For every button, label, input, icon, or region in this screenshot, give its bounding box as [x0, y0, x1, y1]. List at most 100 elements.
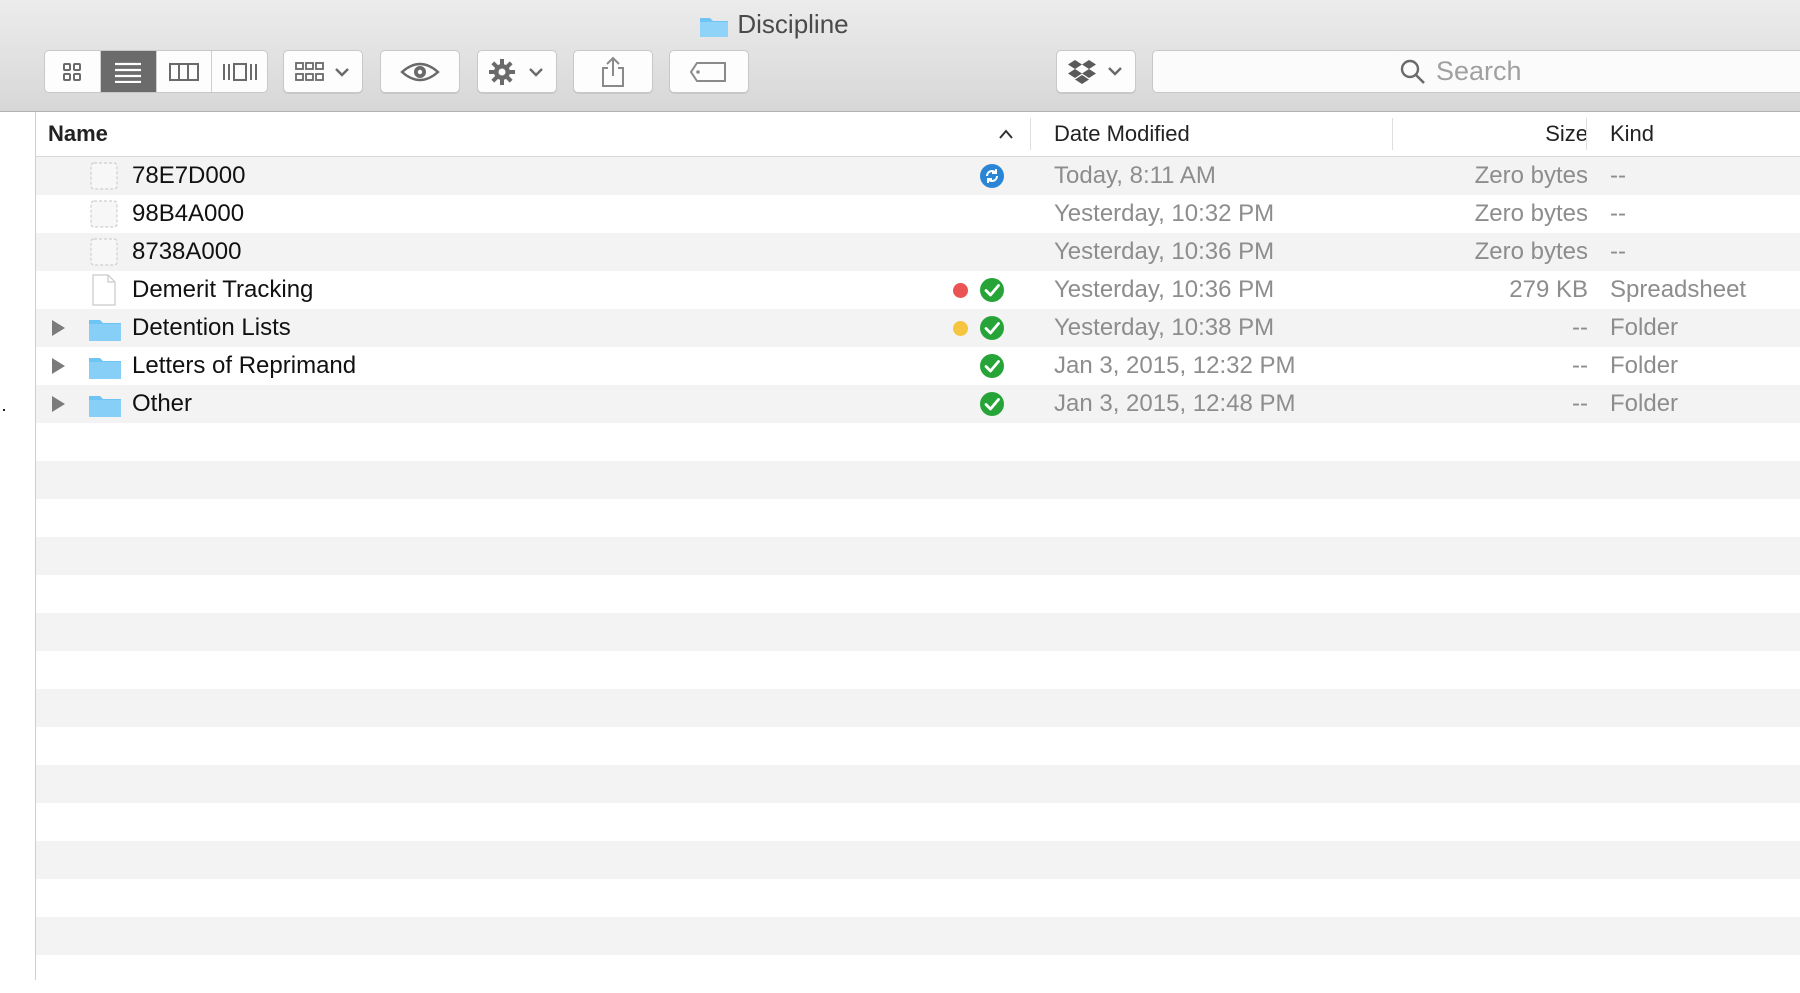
file-name[interactable]: 8738A000 — [132, 233, 241, 271]
file-date-modified: Jan 3, 2015, 12:32 PM — [1054, 352, 1296, 379]
empty-row — [36, 955, 1800, 993]
folder-icon — [699, 14, 729, 44]
file-row[interactable]: Demerit Tracking Yesterday, 10:36 PM 279 K… — [36, 271, 1800, 309]
file-row[interactable]: 98B4A000 Yesterday, 10:32 PM Zero bytes -- — [36, 195, 1800, 233]
arrange-icon — [295, 61, 349, 81]
column-date-header[interactable]: Date Modified — [1054, 112, 1190, 156]
color-tag-icon — [953, 283, 968, 298]
empty-row — [36, 423, 1800, 461]
empty-row — [36, 879, 1800, 917]
dropbox-button[interactable] — [1056, 50, 1136, 93]
icon-view-icon — [63, 62, 82, 81]
file-kind: Spreadsheet — [1610, 276, 1747, 303]
file-name[interactable]: Detention Lists — [132, 309, 291, 347]
sidebar-edge — [0, 112, 36, 980]
file-name[interactable]: Demerit Tracking — [132, 271, 313, 309]
file-date-modified: Yesterday, 10:36 PM — [1054, 276, 1275, 303]
placeholder-file-icon — [88, 198, 120, 235]
placeholder-file-icon — [88, 160, 120, 197]
folder-icon — [88, 390, 122, 425]
disclosure-triangle-icon[interactable] — [52, 358, 65, 374]
column-view-button[interactable] — [157, 51, 213, 92]
empty-row — [36, 689, 1800, 727]
share-icon — [602, 56, 624, 87]
file-row[interactable]: 78E7D000 Today, 8:11 AM Zero bytes -- — [36, 157, 1800, 195]
syncing-icon — [979, 163, 1005, 194]
file-date-modified: Yesterday, 10:36 PM — [1054, 238, 1275, 265]
column-divider[interactable] — [1586, 118, 1587, 150]
file-kind: Folder — [1610, 352, 1679, 379]
arrange-button[interactable] — [283, 50, 363, 93]
column-view-icon — [168, 62, 199, 81]
empty-row — [36, 841, 1800, 879]
file-kind: Folder — [1610, 390, 1679, 417]
file-size: Zero bytes — [1474, 200, 1588, 227]
icon-view-button[interactable] — [45, 51, 101, 92]
column-divider[interactable] — [1392, 118, 1393, 150]
window-toolbar: Discipline Search — [0, 0, 1800, 112]
file-date-modified: Yesterday, 10:32 PM — [1054, 200, 1275, 227]
cover-flow-view-button[interactable] — [212, 51, 267, 92]
action-button[interactable] — [477, 50, 557, 93]
tag-icon — [689, 61, 726, 82]
file-date-modified: Yesterday, 10:38 PM — [1054, 314, 1275, 341]
column-size-header[interactable]: Size — [1545, 112, 1588, 156]
folder-icon — [88, 314, 122, 349]
dropbox-icon — [1068, 59, 1122, 84]
sync-complete-icon — [979, 391, 1005, 422]
sort-ascending-icon — [999, 129, 1013, 139]
view-switcher — [44, 50, 268, 93]
file-name[interactable]: Other — [132, 385, 192, 423]
file-name[interactable]: 98B4A000 — [132, 195, 244, 233]
gear-icon — [489, 58, 543, 85]
file-row[interactable]: Letters of Reprimand Jan 3, 2015, 12:32 P… — [36, 347, 1800, 385]
file-kind: -- — [1610, 162, 1626, 189]
empty-row — [36, 727, 1800, 765]
cover-flow-view-icon — [222, 62, 257, 81]
disclosure-triangle-icon[interactable] — [52, 320, 65, 336]
folder-icon — [88, 352, 122, 387]
column-kind-header[interactable]: Kind — [1610, 112, 1654, 156]
list-view-button[interactable] — [100, 51, 157, 92]
file-row[interactable]: Other Jan 3, 2015, 12:48 PM -- Folder — [36, 385, 1800, 423]
column-name-header[interactable]: Name — [48, 112, 108, 156]
file-size: 279 KB — [1509, 276, 1588, 303]
tag-button[interactable] — [669, 50, 749, 93]
window-title-text: Discipline — [737, 9, 849, 39]
window-title: Discipline — [0, 9, 1548, 44]
file-row[interactable]: 8738A000 Yesterday, 10:36 PM Zero bytes -- — [36, 233, 1800, 271]
eye-icon — [400, 62, 440, 81]
search-icon — [1400, 59, 1425, 84]
empty-row — [36, 575, 1800, 613]
search-placeholder: Search — [1436, 56, 1522, 86]
sync-complete-icon — [979, 353, 1005, 384]
file-kind: Folder — [1610, 314, 1679, 341]
quick-look-button[interactable] — [380, 50, 460, 93]
column-divider[interactable] — [1030, 118, 1031, 150]
list-view-icon — [115, 62, 142, 83]
empty-row — [36, 499, 1800, 537]
share-button[interactable] — [573, 50, 653, 93]
sync-complete-icon — [979, 315, 1005, 346]
file-name[interactable]: Letters of Reprimand — [132, 347, 356, 385]
file-row[interactable]: Detention Lists Yesterday, 10:38 PM -- Fold… — [36, 309, 1800, 347]
file-size: Zero bytes — [1474, 238, 1588, 265]
color-tag-icon — [953, 321, 968, 336]
sync-complete-icon — [979, 277, 1005, 308]
file-size: Zero bytes — [1474, 162, 1588, 189]
search-field[interactable]: Search — [1152, 50, 1800, 93]
document-icon — [88, 274, 118, 311]
empty-row — [36, 803, 1800, 841]
file-date-modified: Today, 8:11 AM — [1054, 162, 1216, 189]
placeholder-file-icon — [88, 236, 120, 273]
file-size: -- — [1572, 390, 1588, 417]
file-kind: -- — [1610, 238, 1626, 265]
empty-row — [36, 461, 1800, 499]
empty-row — [36, 613, 1800, 651]
file-list: 78E7D000 Today, 8:11 AM Zero bytes -- 98B4A0… — [36, 157, 1800, 980]
disclosure-triangle-icon[interactable] — [52, 396, 65, 412]
file-size: -- — [1572, 352, 1588, 379]
file-name[interactable]: 78E7D000 — [132, 157, 245, 195]
file-kind: -- — [1610, 200, 1626, 227]
empty-row — [36, 917, 1800, 955]
